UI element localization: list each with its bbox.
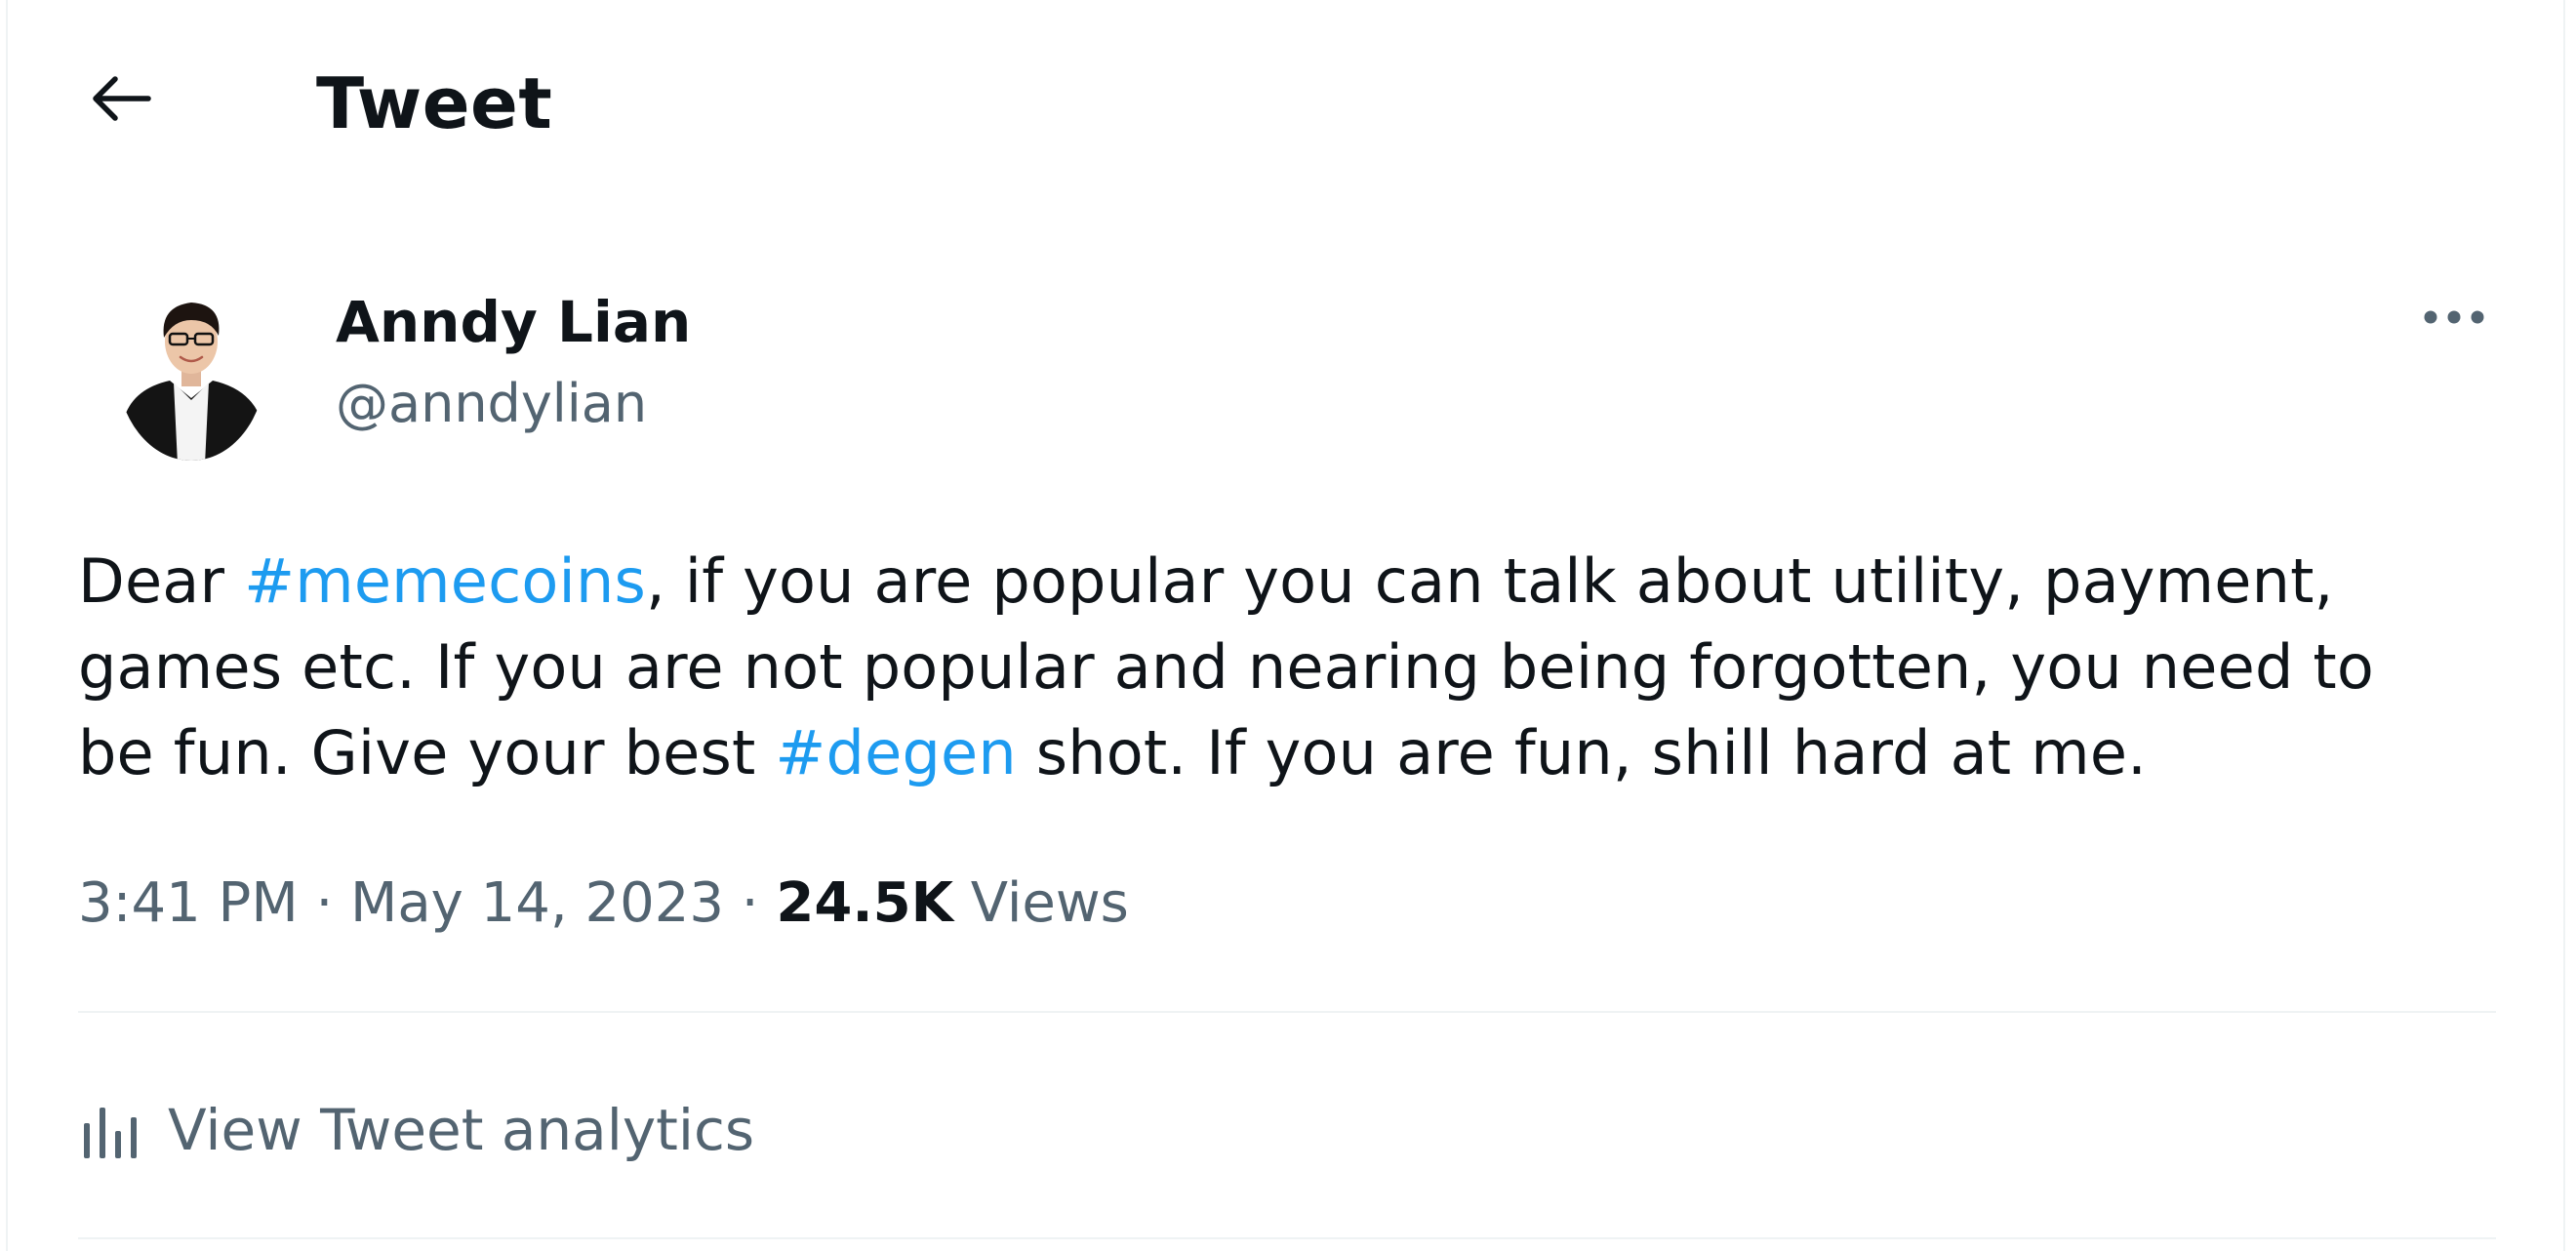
back-button[interactable] bbox=[72, 51, 168, 146]
column-border-right bbox=[2563, 0, 2565, 1251]
bar-chart-icon bbox=[78, 1096, 146, 1164]
view-tweet-analytics-button[interactable]: View Tweet analytics bbox=[78, 1091, 754, 1169]
avatar[interactable] bbox=[113, 269, 269, 464]
author-handle[interactable]: @anndylian bbox=[336, 367, 647, 441]
tweet-page: Tweet Anndy Lian @anndylian Dear #memeco… bbox=[0, 0, 2576, 1251]
tweet-line: Dear #memecoins, if you are popular you … bbox=[78, 539, 2508, 625]
tweet-text-segment: Dear bbox=[78, 545, 245, 617]
arrow-left-icon bbox=[93, 76, 151, 121]
tweet-line: be fun. Give your best #degen shot. If y… bbox=[78, 710, 2508, 796]
divider bbox=[78, 1237, 2496, 1239]
views-label: Views bbox=[952, 871, 1129, 935]
meta-separator: · bbox=[724, 871, 777, 935]
more-options-button[interactable] bbox=[2410, 273, 2498, 361]
hashtag-link-degen[interactable]: #degen bbox=[775, 717, 1016, 788]
tweet-date-link[interactable]: May 14, 2023 bbox=[350, 871, 724, 935]
more-horizontal-icon bbox=[2424, 310, 2484, 324]
author-name[interactable]: Anndy Lian bbox=[336, 283, 691, 361]
analytics-label: View Tweet analytics bbox=[168, 1097, 755, 1163]
tweet-line: games etc. If you are not popular and ne… bbox=[78, 625, 2508, 710]
meta-separator: · bbox=[298, 871, 351, 935]
tweet-text-segment: , if you are popular you can talk about … bbox=[645, 545, 2334, 617]
column-border-left bbox=[6, 0, 8, 1251]
hashtag-link-memecoins[interactable]: #memecoins bbox=[244, 545, 646, 617]
view-count: 24.5K bbox=[776, 871, 953, 935]
tweet-text: Dear #memecoins, if you are popular you … bbox=[78, 539, 2508, 796]
divider bbox=[78, 1011, 2496, 1013]
tweet-time-link[interactable]: 3:41 PM bbox=[78, 871, 299, 935]
tweet-text-segment: games etc. If you are not popular and ne… bbox=[78, 631, 2375, 703]
tweet-text-segment: be fun. Give your best bbox=[78, 717, 776, 788]
page-title: Tweet bbox=[316, 62, 553, 144]
tweet-text-segment: shot. If you are fun, shill hard at me. bbox=[1016, 717, 2148, 788]
tweet-meta: 3:41 PM · May 14, 2023 · 24.5K Views bbox=[78, 865, 1129, 943]
